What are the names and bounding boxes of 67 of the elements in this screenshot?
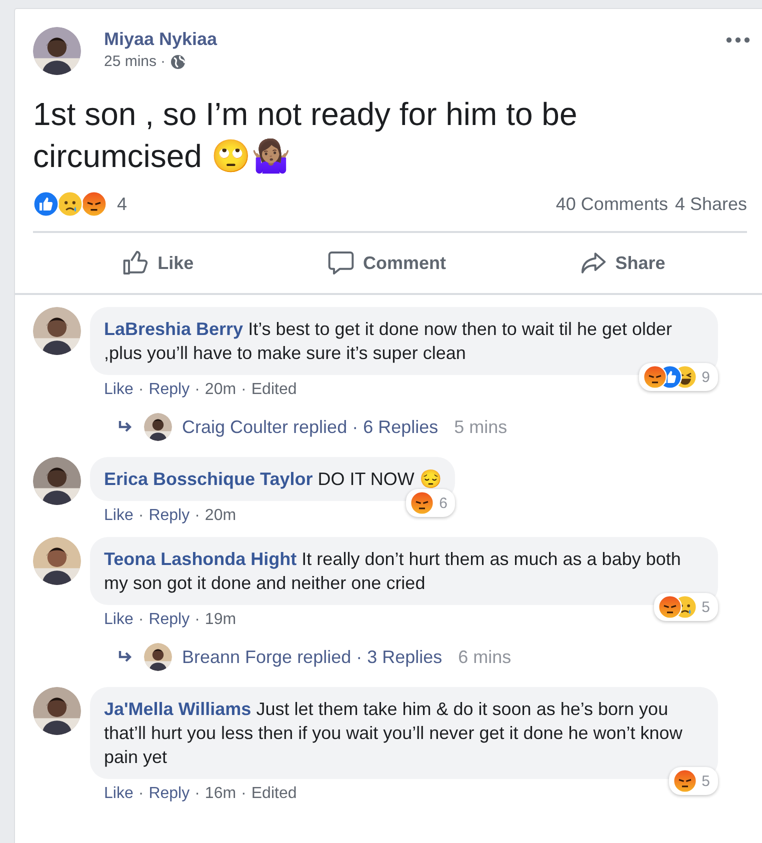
replies-link[interactable]: Craig Coulter replied · 6 Replies (182, 416, 438, 438)
angry-face-icon (672, 769, 697, 793)
reaction-count: 6 (439, 494, 448, 512)
reply-link[interactable]: Reply (148, 507, 190, 525)
angry-face-icon (658, 595, 682, 619)
speech-bubble-icon (326, 249, 355, 277)
post-time[interactable]: 25 mins (104, 53, 157, 70)
like-link[interactable]: Like (104, 381, 134, 399)
comment-text: Erica Bosschique Taylor DO IT NOW 😔 (104, 468, 442, 491)
reaction-count[interactable]: 4 (117, 194, 128, 214)
separator-dot: · (138, 507, 144, 525)
comment-time[interactable]: 16m (204, 785, 236, 803)
separator-dot: · (160, 53, 166, 70)
thumbs-up-icon (122, 249, 150, 277)
like-link[interactable]: Like (104, 611, 134, 629)
edited-label[interactable]: Edited (251, 381, 297, 399)
separator-dot: · (194, 785, 200, 803)
reaction-badge[interactable]: 6 (406, 489, 456, 517)
separator-dot: · (194, 611, 200, 629)
comment-button[interactable]: Comment (318, 247, 454, 279)
angry-face-icon (642, 365, 667, 389)
comment-text: LaBreshia Berry It’s best to get it done now then to wait til he get older ,plus you’ll have to make sure it’s super clean (104, 318, 674, 365)
like-reaction-icon (33, 191, 59, 217)
reaction-count: 5 (702, 772, 711, 790)
angry-face-icon (410, 491, 434, 515)
shares-count[interactable]: 4 Shares (674, 194, 747, 214)
separator-dot: · (241, 785, 246, 803)
comments-count[interactable]: 40 Comments (556, 194, 668, 214)
share-button[interactable]: Share (571, 247, 674, 279)
reply-arrow-icon (118, 421, 134, 433)
separator-dot: · (138, 381, 144, 399)
like-link[interactable]: Like (104, 507, 134, 525)
separator-dot: · (241, 381, 246, 399)
like-button[interactable]: Like (114, 247, 202, 279)
post-text: 1st son , so I’m not ready for him to be circumcised 🙄🤷🏽‍♀ (33, 95, 578, 176)
angry-face-icon (81, 191, 107, 217)
commenter-name[interactable]: Teona Lashonda Hight (104, 549, 297, 569)
reaction-badge[interactable]: 5 (654, 593, 718, 621)
reply-arrow-icon (118, 651, 134, 663)
reply-time: 6 mins (458, 646, 512, 668)
separator-dot: · (138, 785, 144, 803)
reaction-count: 9 (702, 368, 711, 386)
reply-link[interactable]: Reply (148, 611, 190, 629)
comment-time[interactable]: 19m (204, 611, 236, 629)
separator-dot: · (194, 381, 200, 399)
replies-link[interactable]: Breann Forge replied · 3 Replies (182, 646, 442, 668)
separator-dot: · (194, 507, 200, 525)
reaction-badge[interactable]: 9 (638, 363, 718, 391)
comment-time[interactable]: 20m (204, 507, 236, 525)
commenter-name[interactable]: Erica Bosschique Taylor (104, 469, 313, 489)
separator-dot: · (138, 611, 144, 629)
globe-icon (170, 54, 186, 70)
reply-link[interactable]: Reply (148, 381, 190, 399)
like-link[interactable]: Like (104, 785, 134, 803)
author-name[interactable]: Miyaa Nykiaa (104, 29, 703, 50)
commenter-name[interactable]: LaBreshia Berry (104, 319, 244, 339)
comment-time[interactable]: 20m (204, 381, 236, 399)
comment-text: Ja'Mella Williams Just let them take him & do it soon as he’s born you that’ll hurt you less then if you wait you’ll never get it done he won’t know pain yet (104, 698, 684, 769)
reaction-count: 5 (702, 598, 711, 616)
commenter-name[interactable]: Ja'Mella Williams (104, 699, 252, 719)
edited-label[interactable]: Edited (251, 785, 297, 803)
sad-face-icon (57, 191, 83, 217)
comment-text: Teona Lashonda Hight It really don’t hurt them as much as a baby both my son got it done and neither one cried (104, 548, 682, 595)
reply-time: 5 mins (454, 416, 508, 438)
reaction-badge[interactable]: 5 (668, 767, 718, 795)
more-options-icon[interactable] (726, 37, 750, 43)
reply-link[interactable]: Reply (148, 785, 190, 803)
